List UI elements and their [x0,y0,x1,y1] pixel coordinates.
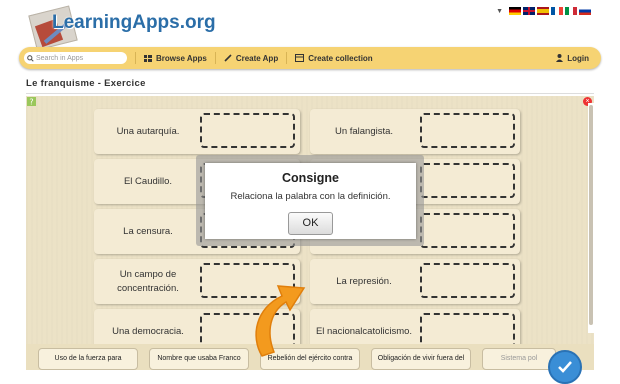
dropdown-arrow-icon[interactable]: ▼ [496,8,503,15]
pencil-icon [224,54,232,62]
search-icon [27,54,34,62]
create-app-label: Create App [235,53,279,63]
brand-name: LearningApps.org [52,12,216,33]
answer-card[interactable]: Obligación de vivir fuera del [371,348,471,370]
create-collection-label: Create collection [308,53,373,63]
answer-card[interactable]: Uso de la fuerza para [38,348,138,370]
term-label: La censura. [123,225,173,237]
login-link[interactable]: Login [556,54,589,63]
pair-row-4-right: La represión. [310,259,520,304]
check-icon [558,361,572,373]
drop-slot[interactable] [420,263,515,298]
svg-text:?: ? [29,98,33,107]
collection-icon [295,54,305,62]
create-collection-link[interactable]: Create collection [286,52,380,64]
pair-row-1-right: Un falangista. [310,109,520,154]
term-label: Un campo de concentración. [117,268,179,294]
scrollbar[interactable] [588,103,594,333]
drop-slot[interactable] [200,113,295,148]
create-app-link[interactable]: Create App [214,52,286,64]
term-label: La represión. [336,275,392,287]
uk-flag-icon[interactable] [523,7,535,15]
de-flag-icon[interactable] [509,7,521,15]
fr-flag-icon[interactable] [551,7,563,15]
drop-slot[interactable] [420,213,515,248]
es-flag-icon[interactable] [537,7,549,15]
dialog-title: Consigne [282,171,339,185]
term-label: Una autarquía. [116,125,180,137]
instructions-dialog: Consigne Relaciona la palabra con la def… [205,163,416,239]
user-icon [556,54,564,62]
answer-card[interactable]: Sistema pol [482,348,556,370]
drag-hint-arrow-icon [255,285,306,357]
ok-button[interactable]: OK [288,212,333,235]
term-label: El Caudillo. [123,175,173,187]
answer-card[interactable]: Nombre que usaba Franco [149,348,249,370]
help-icon[interactable]: ? [27,97,36,106]
drop-slot[interactable] [420,313,515,348]
browse-apps-label: Browse Apps [156,53,207,63]
drop-slot[interactable] [420,163,515,198]
main-navbar: Search in Apps Browse Apps Create App Cr… [19,47,601,69]
pair-row-1-left: Una autarquía. [94,109,300,154]
dialog-text: Relaciona la palabra con la definición. [230,191,391,202]
page-title: Le franquisme - Exercice [26,78,146,89]
term-label: Un falangista. [334,125,394,137]
it-flag-icon[interactable] [565,7,577,15]
scrollbar-thumb[interactable] [589,105,593,325]
check-answers-button[interactable] [548,350,582,384]
grid-icon [144,54,152,62]
drop-slot[interactable] [420,113,515,148]
ru-flag-icon[interactable] [579,7,591,15]
language-flags: ▼ [496,7,591,15]
search-input[interactable]: Search in Apps [24,52,127,64]
search-placeholder: Search in Apps [36,54,84,62]
login-label: Login [567,53,589,63]
browse-apps-link[interactable]: Browse Apps [135,52,215,64]
logo[interactable]: LearningApps.org [28,2,228,51]
divider [26,93,594,94]
